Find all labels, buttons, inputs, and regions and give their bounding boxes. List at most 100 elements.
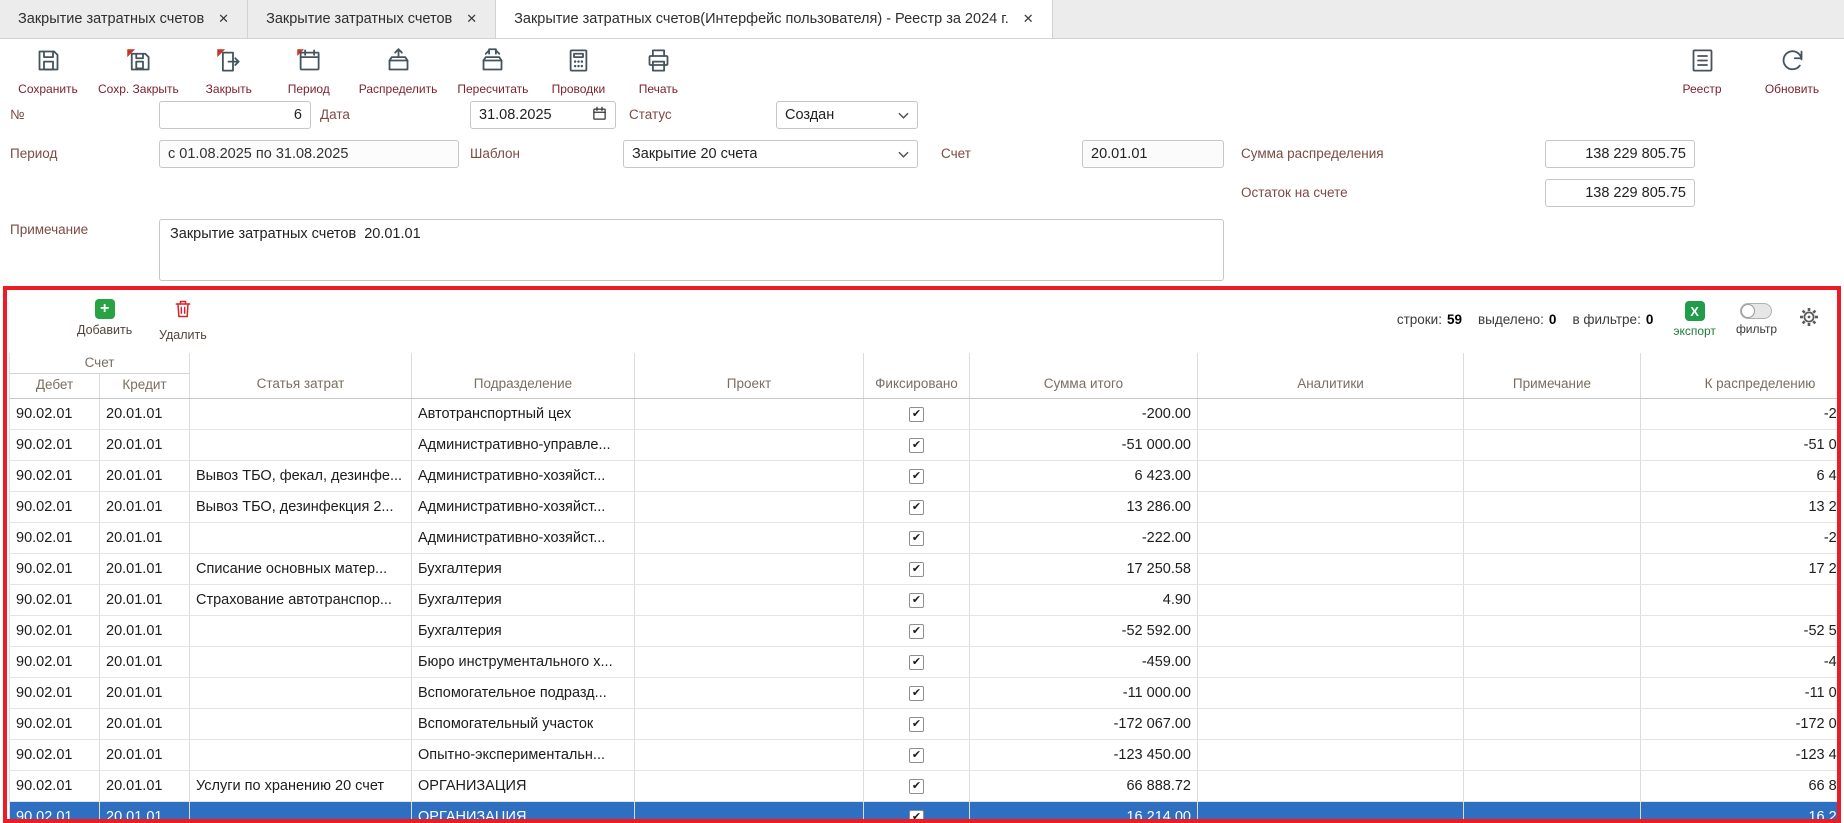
cell-total[interactable]: 16 214.00 — [970, 801, 1198, 823]
template-select[interactable]: Закрытие 20 счета — [623, 140, 918, 168]
cell-credit[interactable]: 20.01.01 — [100, 491, 190, 522]
cell-to-distribute[interactable]: 4.90 — [1641, 584, 1842, 615]
cell-note[interactable] — [1464, 615, 1641, 646]
account-input[interactable] — [1082, 140, 1224, 168]
cell-credit[interactable]: 20.01.01 — [100, 615, 190, 646]
cell-fixed[interactable]: ✔ — [864, 677, 970, 708]
cell-project[interactable] — [635, 708, 864, 739]
cell-credit[interactable]: 20.01.01 — [100, 522, 190, 553]
cell-debit[interactable]: 90.02.01 — [10, 770, 100, 801]
cell-cost-item[interactable]: Страхование автотранспор... — [190, 584, 412, 615]
cell-department[interactable]: Вспомогательное подразд... — [412, 677, 635, 708]
cell-cost-item[interactable] — [190, 739, 412, 770]
header-analytics[interactable]: Аналитики — [1198, 353, 1464, 398]
cell-project[interactable] — [635, 491, 864, 522]
cell-credit[interactable]: 20.01.01 — [100, 584, 190, 615]
cell-fixed[interactable]: ✔ — [864, 584, 970, 615]
header-fixed[interactable]: Фиксировано — [864, 353, 970, 398]
registry-button[interactable]: Реестр — [1664, 46, 1740, 97]
cell-analytics[interactable] — [1198, 584, 1464, 615]
cell-cost-item[interactable]: Списание основных матер... — [190, 553, 412, 584]
cell-project[interactable] — [635, 677, 864, 708]
filter-toggle[interactable]: фильтр — [1736, 303, 1777, 336]
cell-project[interactable] — [635, 553, 864, 584]
cell-cost-item[interactable] — [190, 398, 412, 429]
cell-department[interactable]: Административно-хозяйст... — [412, 491, 635, 522]
cell-total[interactable]: -51 000.00 — [970, 429, 1198, 460]
fixed-checkbox[interactable]: ✔ — [909, 624, 924, 639]
table-row[interactable]: 90.02.0120.01.01Списание основных матер.… — [10, 553, 1842, 584]
fixed-checkbox[interactable]: ✔ — [909, 438, 924, 453]
cell-debit[interactable]: 90.02.01 — [10, 739, 100, 770]
cell-to-distribute[interactable]: -52 592.00 — [1641, 615, 1842, 646]
recalculate-button[interactable]: Пересчитать — [449, 46, 536, 97]
cell-note[interactable] — [1464, 770, 1641, 801]
cell-department[interactable]: Административно-хозяйст... — [412, 460, 635, 491]
close-button[interactable]: Закрыть — [191, 46, 267, 97]
cell-department[interactable]: ОРГАНИЗАЦИЯ — [412, 770, 635, 801]
cell-analytics[interactable] — [1198, 770, 1464, 801]
cell-total[interactable]: 6 423.00 — [970, 460, 1198, 491]
fixed-checkbox[interactable]: ✔ — [909, 748, 924, 763]
tab-registry-2024[interactable]: Закрытие затратных счетов(Интерфейс поль… — [496, 0, 1053, 38]
cell-project[interactable] — [635, 398, 864, 429]
cell-project[interactable] — [635, 522, 864, 553]
cell-debit[interactable]: 90.02.01 — [10, 801, 100, 823]
cell-debit[interactable]: 90.02.01 — [10, 677, 100, 708]
cell-total[interactable]: -459.00 — [970, 646, 1198, 677]
cell-debit[interactable]: 90.02.01 — [10, 491, 100, 522]
distribution-sum-input[interactable] — [1545, 140, 1695, 168]
cell-analytics[interactable] — [1198, 553, 1464, 584]
cell-credit[interactable]: 20.01.01 — [100, 677, 190, 708]
cell-to-distribute[interactable]: -200.00 — [1641, 398, 1842, 429]
fixed-checkbox[interactable]: ✔ — [909, 779, 924, 794]
cell-total[interactable]: 4.90 — [970, 584, 1198, 615]
header-to-distribute[interactable]: К распределению — [1641, 353, 1842, 398]
cell-note[interactable] — [1464, 646, 1641, 677]
fixed-checkbox[interactable]: ✔ — [909, 469, 924, 484]
account-balance-input[interactable] — [1545, 179, 1695, 207]
header-account-group[interactable]: Счет — [10, 353, 190, 373]
cell-note[interactable] — [1464, 677, 1641, 708]
cell-fixed[interactable]: ✔ — [864, 770, 970, 801]
cell-total[interactable]: 17 250.58 — [970, 553, 1198, 584]
table-row[interactable]: 90.02.0120.01.01Опытно-экспериментальн..… — [10, 739, 1842, 770]
fixed-checkbox[interactable]: ✔ — [909, 810, 924, 823]
cell-department[interactable]: Административно-управле... — [412, 429, 635, 460]
cell-to-distribute[interactable]: -459.00 — [1641, 646, 1842, 677]
cell-total[interactable]: 13 286.00 — [970, 491, 1198, 522]
cell-department[interactable]: Административно-хозяйст... — [412, 522, 635, 553]
cell-analytics[interactable] — [1198, 646, 1464, 677]
cell-to-distribute[interactable]: 17 250.58 — [1641, 553, 1842, 584]
cell-analytics[interactable] — [1198, 522, 1464, 553]
save-button[interactable]: Сохранить — [10, 46, 86, 97]
cell-project[interactable] — [635, 460, 864, 491]
fixed-checkbox[interactable]: ✔ — [909, 500, 924, 515]
note-textarea[interactable]: Закрытие затратных счетов 20.01.01 — [159, 219, 1224, 281]
cell-debit[interactable]: 90.02.01 — [10, 646, 100, 677]
table-row[interactable]: 90.02.0120.01.01Бюро инструментального х… — [10, 646, 1842, 677]
number-input[interactable] — [159, 101, 311, 129]
header-note[interactable]: Примечание — [1464, 353, 1641, 398]
cell-note[interactable] — [1464, 429, 1641, 460]
cell-note[interactable] — [1464, 801, 1641, 823]
cell-department[interactable]: Бюро инструментального х... — [412, 646, 635, 677]
cell-analytics[interactable] — [1198, 708, 1464, 739]
cell-cost-item[interactable] — [190, 801, 412, 823]
cell-to-distribute[interactable]: -222.00 — [1641, 522, 1842, 553]
cell-cost-item[interactable]: Вывоз ТБО, дезинфекция 2... — [190, 491, 412, 522]
cell-note[interactable] — [1464, 491, 1641, 522]
refresh-button[interactable]: Обновить — [1754, 46, 1830, 97]
fixed-checkbox[interactable]: ✔ — [909, 562, 924, 577]
table-row[interactable]: 90.02.0120.01.01 Вспомогательное подразд.… — [10, 677, 1842, 708]
tab-close-icon[interactable]: ✕ — [218, 11, 229, 27]
cell-fixed[interactable]: ✔ — [864, 739, 970, 770]
gear-icon[interactable] — [1797, 305, 1821, 334]
tab-close-icon[interactable]: ✕ — [1023, 11, 1034, 27]
cell-cost-item[interactable] — [190, 522, 412, 553]
cell-debit[interactable]: 90.02.01 — [10, 398, 100, 429]
cell-total[interactable]: -52 592.00 — [970, 615, 1198, 646]
cell-to-distribute[interactable]: -172 067.00 — [1641, 708, 1842, 739]
cell-department[interactable]: Автотранспортный цех — [412, 398, 635, 429]
cell-fixed[interactable]: ✔ — [864, 801, 970, 823]
